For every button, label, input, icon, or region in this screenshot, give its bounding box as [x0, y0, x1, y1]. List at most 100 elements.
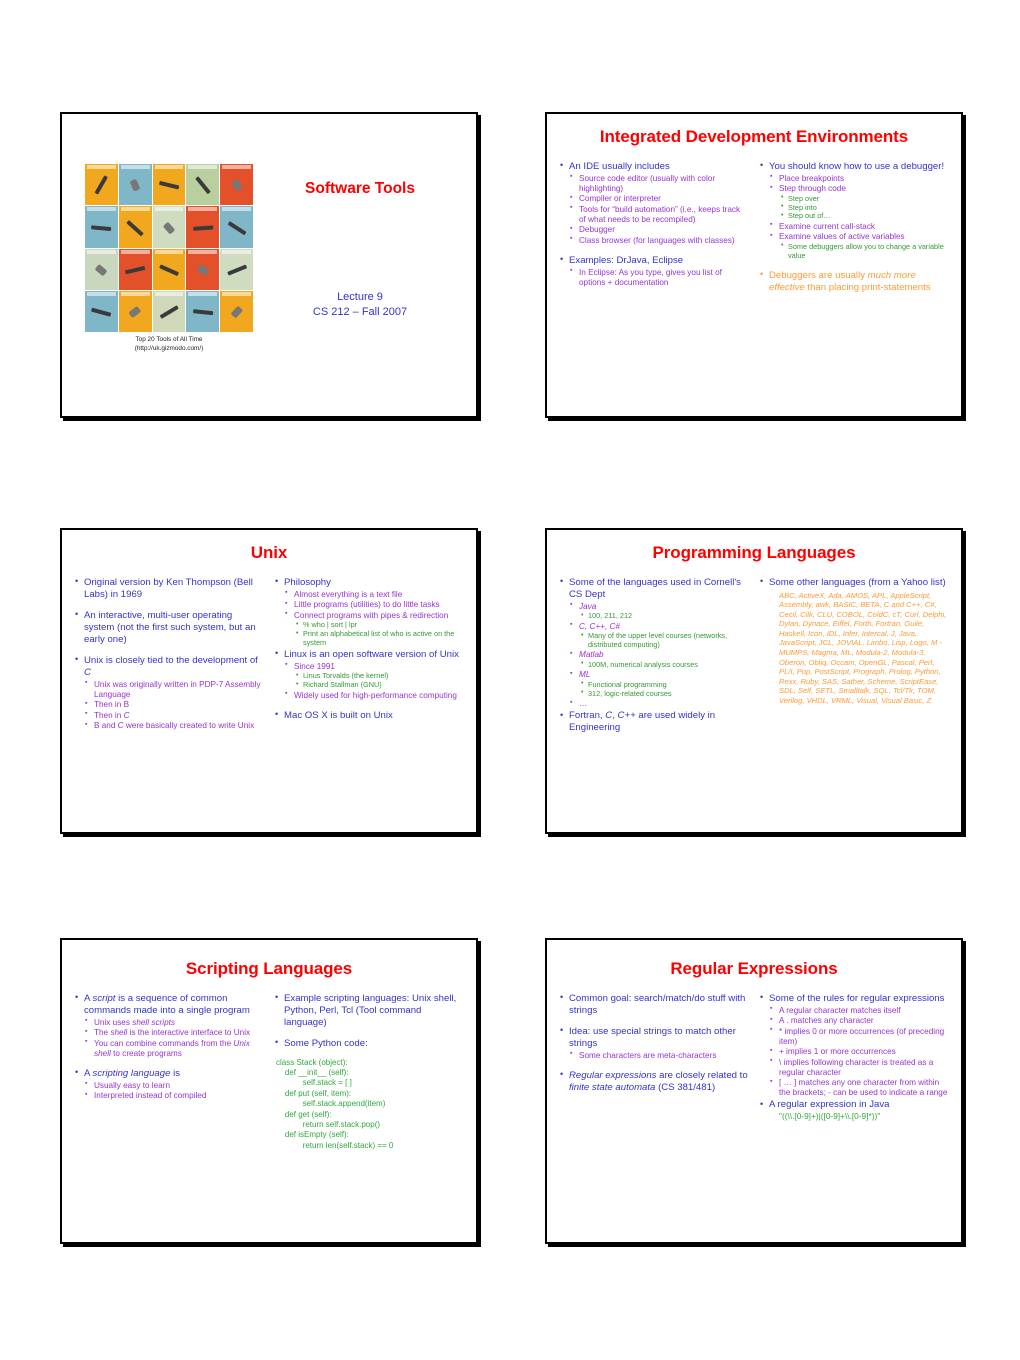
- bullet-text: Some of the rules for regular expression…: [769, 992, 945, 1004]
- tool-thumbnail-label: [154, 165, 184, 169]
- bullet-text: Interpreted instead of compiled: [94, 1091, 207, 1101]
- bullet-text: Compiler or interpreter: [579, 194, 661, 204]
- bullet-text: Step through code: [779, 184, 846, 194]
- bullet-text: Little programs (utilities) to do little…: [294, 600, 440, 610]
- bullet-level-1: Examples: DrJava, EclipseIn Eclipse: As …: [559, 254, 749, 288]
- left-column: Some of the languages used in Cornell's …: [559, 576, 749, 735]
- bullet-text: Common goal: search/match/do stuff with …: [569, 992, 746, 1016]
- bullet-text: Mac OS X is built on Unix: [284, 709, 393, 721]
- tool-icon: [94, 263, 108, 277]
- bullet-text: A regular character matches itself: [779, 1005, 901, 1015]
- bullet-level-2: * implies 0 or more occurrences (of prec…: [769, 1026, 949, 1047]
- bullet-level-3: Print an alphabetical list of who is act…: [294, 629, 464, 648]
- bullet-sublist: Almost everything is a text fileLittle p…: [284, 589, 464, 648]
- bullet-text: Class browser (for languages with classe…: [579, 235, 735, 245]
- bullet-text: Many of the upper level courses (network…: [588, 631, 728, 649]
- bullet-text: Idea: use special strings to match other…: [569, 1025, 736, 1049]
- bullet-level-2: You can combine commands from the Unix s…: [84, 1038, 264, 1059]
- bullet-text: Examples: DrJava, Eclipse: [569, 254, 684, 266]
- bullet-text: Tools for “build automation” (i.e., keep…: [579, 204, 741, 224]
- bullet-text: C, C++, C#: [579, 621, 620, 631]
- bullet-level-3: Step out of…: [779, 212, 949, 221]
- bullet-level-2: Place breakpoints: [769, 173, 949, 184]
- bullet-text: B and C were basically created to write …: [94, 721, 255, 731]
- tool-thumbnail-label: [87, 207, 116, 212]
- bullet-level-2: Connect programs with pipes & redirectio…: [284, 610, 464, 648]
- tool-thumbnail-label: [154, 291, 184, 296]
- tool-icon: [227, 220, 246, 235]
- tool-thumbnail-label: [222, 207, 251, 212]
- tool-thumbnail-2: [118, 164, 152, 206]
- left-column: Common goal: search/match/do stuff with …: [559, 992, 749, 1122]
- tool-icon: [91, 307, 112, 317]
- tool-icon: [230, 305, 243, 319]
- bullet-text: Print an alphabetical list of who is act…: [303, 629, 455, 647]
- bullet-text: + implies 1 or more occurrences: [779, 1047, 896, 1057]
- tool-thumbnail-label: [222, 165, 251, 169]
- bullet-text: Some debuggers allow you to change a var…: [788, 241, 944, 260]
- tool-thumbnail-3: [152, 164, 186, 206]
- bullet-level-1: Some of the languages used in Cornell's …: [559, 576, 749, 709]
- bullet-sublist: Some debuggers allow you to change a var…: [779, 241, 949, 261]
- bullet-level-2: Almost everything is a text file: [284, 589, 464, 600]
- bullet-level-2: A regular character matches itself: [769, 1005, 949, 1016]
- right-column: PhilosophyAlmost everything is a text fi…: [274, 576, 464, 732]
- tool-thumbnail-label: [154, 207, 184, 212]
- bullet-level-3: 312, logic-related courses: [579, 689, 749, 699]
- bullet-level-3: 100M, numerical analysis courses: [579, 660, 749, 670]
- course-term: CS 212 – Fall 2007: [312, 305, 408, 318]
- bullet-level-2: The shell is the interactive interface t…: [84, 1028, 264, 1038]
- bullet-level-1: Some Python code:: [274, 1037, 464, 1050]
- tool-icon: [192, 309, 213, 316]
- bullet-level-2: A . matches any character: [769, 1016, 949, 1026]
- tool-icon: [128, 306, 142, 319]
- bullet-level-1: A regular expression in Java: [759, 1099, 949, 1111]
- bullet-text: 100, 211, 212: [588, 611, 633, 621]
- bullet-text: A scripting language is: [84, 1067, 181, 1079]
- bullet-text: Source code editor (usually with color h…: [579, 173, 716, 193]
- bullet-text: Some of the languages used in Cornell's …: [569, 576, 741, 600]
- tool-icon: [230, 178, 243, 192]
- bullet-text: Regular expressions are closely related …: [569, 1069, 748, 1093]
- tool-icon: [162, 221, 176, 235]
- tool-icon: [195, 176, 211, 195]
- bullet-sublist: Unix uses shell scriptsThe shell is the …: [84, 1017, 264, 1059]
- bullet-level-1: An interactive, multi-user operating sys…: [74, 609, 264, 646]
- bullet-level-2: Since 1991Linus Torvalds (the kernel)Ric…: [284, 661, 464, 690]
- bullet-level-1: Common goal: search/match/do stuff with …: [559, 992, 749, 1017]
- bullet-level-1: A scripting language isUsually easy to l…: [74, 1067, 264, 1101]
- image-caption: Top 20 Tools of All Time (http://uk.gizm…: [135, 336, 204, 353]
- tool-thumbnail-label: [188, 207, 218, 212]
- slide-title: Programming Languages: [652, 543, 856, 562]
- tool-thumbnail-label: [120, 207, 150, 212]
- bullet-text: Place breakpoints: [779, 173, 845, 183]
- bullet-text: Usually easy to learn: [94, 1080, 170, 1090]
- bullet-level-2: Some characters are meta-characters: [569, 1050, 749, 1061]
- bullet-text: Widely used for high-performance computi…: [294, 690, 457, 700]
- bullet-text: Then in C: [94, 710, 130, 720]
- bullet-level-2: Then in C: [84, 710, 264, 721]
- bullet-text: You can combine commands from the Unix s…: [94, 1038, 250, 1058]
- slide-software-tools: Top 20 Tools of All Time (http://uk.gizm…: [60, 112, 478, 418]
- tool-thumbnail-9: [186, 206, 220, 248]
- bullet-text: Examine values of active variables: [779, 232, 905, 242]
- bullet-text: The shell is the interactive interface t…: [94, 1028, 251, 1038]
- bullet-sublist: Some characters are meta-characters: [569, 1050, 749, 1061]
- tool-thumbnail-label: [120, 165, 150, 169]
- tool-thumbnail-label: [188, 249, 218, 254]
- lecture-number: Lecture 9: [337, 291, 383, 303]
- right-column: Example scripting languages: Unix shell,…: [274, 992, 464, 1151]
- tool-icon: [129, 179, 141, 192]
- bullet-level-1: Some other languages (from a Yahoo list)…: [759, 576, 949, 706]
- bullet-text: An IDE usually includes: [569, 160, 670, 172]
- left-column: An IDE usually includesSource code edito…: [559, 160, 749, 295]
- tool-icon: [159, 264, 179, 276]
- bullet-text: \ implies following character is treated…: [779, 1057, 934, 1077]
- slide-regular-expressions: Regular Expressions Common goal: search/…: [545, 938, 963, 1244]
- tool-thumbnail-10: [220, 206, 253, 248]
- bullet-level-1: Unix is closely tied to the development …: [74, 654, 264, 731]
- tool-thumbnail-20: [220, 290, 253, 332]
- tool-icon: [125, 265, 146, 274]
- bullet-sublist: Functional programming312, logic-related…: [579, 680, 749, 699]
- bullet-text: Unix uses shell scripts: [94, 1017, 176, 1027]
